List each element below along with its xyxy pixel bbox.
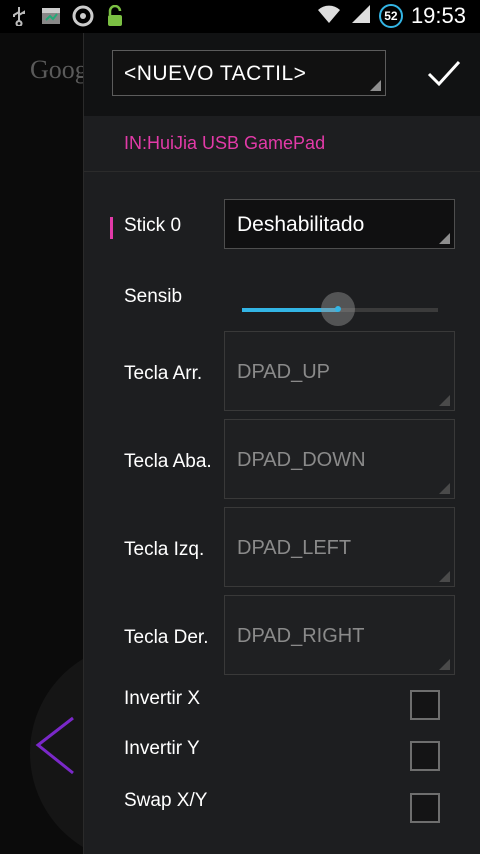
wifi-icon xyxy=(317,4,341,29)
stick-spinner[interactable]: Deshabilitado xyxy=(224,199,455,249)
dropdown-indicator-icon xyxy=(370,80,381,91)
confirm-button[interactable] xyxy=(424,53,464,93)
notification-count-badge: 52 xyxy=(378,4,403,28)
data-icon xyxy=(40,5,62,27)
dropdown-indicator-icon xyxy=(439,483,450,494)
swap-xy-checkbox[interactable] xyxy=(410,793,440,823)
invert-y-label: Invertir Y xyxy=(124,738,200,759)
swap-xy-label: Swap X/Y xyxy=(124,790,208,811)
invert-y-checkbox[interactable] xyxy=(410,741,440,771)
profile-spinner-label: <NUEVO TACTIL> xyxy=(124,62,307,85)
dropdown-indicator-icon xyxy=(439,395,450,406)
key-right-spinner[interactable]: DPAD_RIGHT xyxy=(224,595,455,675)
selection-indicator xyxy=(110,217,113,239)
signal-icon xyxy=(349,4,371,29)
key-left-value: DPAD_LEFT xyxy=(237,537,352,559)
stick-spinner-value: Deshabilitado xyxy=(237,213,365,236)
key-right-value: DPAD_RIGHT xyxy=(237,625,365,647)
dropdown-indicator-icon xyxy=(439,233,450,244)
dropdown-indicator-icon xyxy=(439,659,450,670)
key-left-label: Tecla Izq. xyxy=(124,539,205,560)
key-up-value: DPAD_UP xyxy=(237,361,330,383)
clock: 19:53 xyxy=(410,3,466,28)
system-icons: 52 19:53 xyxy=(317,3,466,29)
profile-spinner[interactable]: <NUEVO TACTIL> xyxy=(112,50,386,96)
status-bar: 52 19:53 xyxy=(0,0,480,33)
invert-x-label: Invertir X xyxy=(124,688,201,709)
key-up-spinner[interactable]: DPAD_UP xyxy=(224,331,455,411)
sync-icon xyxy=(72,5,94,27)
key-right-label: Tecla Der. xyxy=(124,627,209,648)
checkmark-icon xyxy=(427,60,461,87)
device-row: IN:HuiJia USB GamePad xyxy=(84,116,480,172)
key-down-label: Tecla Aba. xyxy=(124,451,212,472)
usb-icon xyxy=(8,5,30,27)
notification-icons xyxy=(8,5,126,27)
stick-label: Stick 0 xyxy=(124,215,182,236)
key-down-value: DPAD_DOWN xyxy=(237,449,366,471)
gamepad-config-dialog: <NUEVO TACTIL> IN:HuiJia USB GamePad Sti… xyxy=(83,33,480,854)
sensib-slider-thumb[interactable] xyxy=(321,292,356,326)
key-left-spinner[interactable]: DPAD_LEFT xyxy=(224,507,455,587)
sensib-label: Sensib xyxy=(124,286,183,307)
dialog-header: <NUEVO TACTIL> xyxy=(84,33,480,116)
key-up-label: Tecla Arr. xyxy=(124,363,203,384)
invert-x-checkbox[interactable] xyxy=(410,690,440,720)
dropdown-indicator-icon xyxy=(439,571,450,582)
key-down-spinner[interactable]: DPAD_DOWN xyxy=(224,419,455,499)
device-name: IN:HuiJia USB GamePad xyxy=(124,133,326,153)
unlocked-icon xyxy=(104,5,126,27)
